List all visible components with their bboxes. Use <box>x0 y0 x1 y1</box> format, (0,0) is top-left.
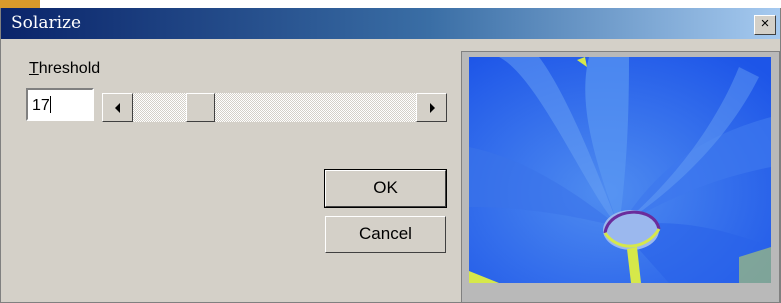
flower-preview-image <box>469 57 771 283</box>
close-icon: × <box>760 15 770 32</box>
title-bar[interactable]: Solarize × <box>1 8 780 39</box>
ok-button[interactable]: OK <box>324 169 447 208</box>
scroll-right-button[interactable] <box>416 93 447 122</box>
threshold-input[interactable]: 17 <box>26 88 94 121</box>
cancel-button[interactable]: Cancel <box>325 216 446 253</box>
threshold-label: Threshold <box>29 60 100 78</box>
slider-track[interactable] <box>133 93 416 122</box>
taskbar-corner <box>0 0 40 8</box>
threshold-label-text: hreshold <box>38 60 101 77</box>
window-title: Solarize <box>11 13 82 33</box>
close-button[interactable]: × <box>754 15 776 35</box>
scroll-left-button[interactable] <box>102 93 133 122</box>
preview-panel <box>461 51 780 303</box>
arrow-right-icon <box>430 103 435 113</box>
threshold-label-accelerator: T <box>29 60 39 77</box>
slider-thumb[interactable] <box>185 93 215 122</box>
threshold-slider[interactable] <box>102 93 447 122</box>
arrow-left-icon <box>115 103 120 113</box>
solarize-dialog: Solarize × Threshold 17 OK Cancel <box>0 8 781 303</box>
threshold-value: 17 <box>32 97 50 114</box>
